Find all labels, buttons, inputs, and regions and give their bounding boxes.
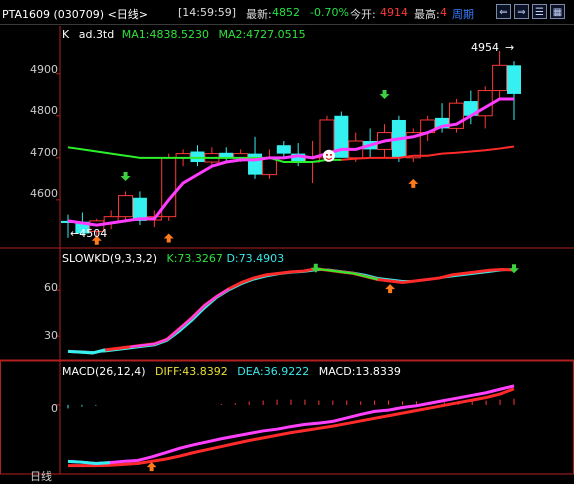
buy-signal-arrow — [163, 233, 174, 243]
candle-body — [190, 151, 205, 163]
macd-legend: MACD(26,12,4) DIFF:43.8392 DEA:36.9222 M… — [62, 365, 407, 378]
kline-prefix: K — [62, 28, 70, 41]
smiley-icon — [322, 149, 335, 162]
kd-k-line-dip — [315, 267, 378, 281]
kline-name: ad.3td — [78, 28, 115, 41]
bottom-period-label: 日线 — [30, 470, 52, 483]
buy-signal-arrow — [385, 284, 396, 294]
macd-ytick: 0 — [51, 402, 58, 415]
kd-d-line — [68, 268, 515, 354]
candle-body — [492, 64, 508, 92]
candle-body — [118, 195, 134, 218]
smiley-eye — [325, 153, 328, 156]
buy-signal-arrow — [408, 178, 419, 188]
kline-ytick: 4600 — [30, 187, 58, 200]
ma2-legend: MA2:4727.0515 — [218, 28, 306, 41]
candle-body — [261, 157, 277, 176]
candle-body — [507, 65, 521, 94]
macd-diff-legend: DIFF:43.8392 — [155, 365, 228, 378]
kd-d-legend: D:73.4903 — [226, 252, 285, 265]
sell-signal-arrow — [379, 89, 390, 99]
kd-k-line-early — [67, 348, 106, 355]
kd-legend: SLOWKD(9,3,3,2) K:73.3267 D:73.4903 — [62, 252, 290, 265]
buy-signal-arrow — [146, 462, 157, 472]
high-price-label: 4954 → — [471, 41, 515, 54]
macd-name: MACD(26,12,4) — [62, 365, 146, 378]
kd-k-line — [67, 267, 515, 355]
kline-ytick: 4900 — [30, 63, 58, 76]
ma1-legend: MA1:4838.5230 — [121, 28, 209, 41]
macd-dea-legend: DEA:36.9222 — [237, 365, 310, 378]
kline-legend: K ad.3td MA1:4838.5230 MA2:4727.0515 — [62, 28, 312, 41]
macd-diff-line — [67, 384, 515, 465]
macd-value-legend: MACD:13.8339 — [318, 365, 401, 378]
candle-body — [276, 145, 291, 154]
sell-signal-arrow — [120, 172, 131, 182]
sell-signal-arrow — [509, 264, 519, 274]
macd-diff-early — [67, 459, 110, 465]
kd-ytick: 30 — [44, 329, 58, 342]
kd-ytick: 60 — [44, 281, 58, 294]
smiley-eye — [329, 153, 332, 156]
kline-ytick: 4800 — [30, 104, 58, 117]
candle-body — [248, 153, 263, 175]
kline-ytick: 4700 — [30, 146, 58, 159]
kd-k-legend: K:73.3267 — [166, 252, 223, 265]
kd-name: SLOWKD(9,3,3,2) — [62, 252, 158, 265]
low-price-label: ←4504 — [70, 227, 108, 240]
kd-k-line-rise — [129, 287, 230, 348]
